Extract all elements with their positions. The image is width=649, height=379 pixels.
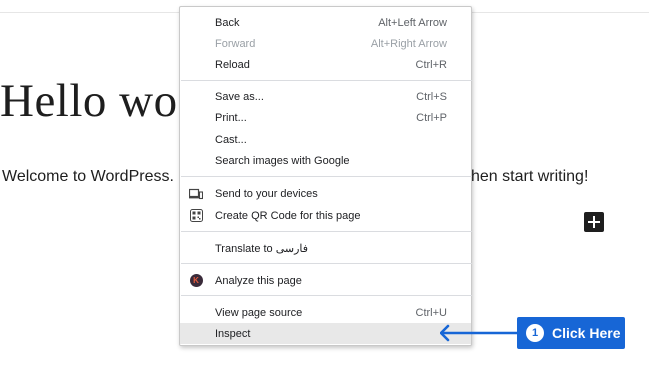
menu-item-send-to-devices[interactable]: Send to your devices: [180, 183, 471, 204]
menu-separator: [181, 263, 472, 264]
menu-item-shortcut: Ctrl+P: [416, 111, 447, 124]
menu-item-print[interactable]: Print... Ctrl+P: [180, 107, 471, 128]
menu-item-back[interactable]: Back Alt+Left Arrow: [180, 12, 471, 33]
menu-item-label: Cast...: [215, 133, 247, 146]
menu-item-shortcut: Alt+Right Arrow: [370, 37, 447, 50]
menu-item-label: Back: [215, 16, 240, 29]
menu-item-label: Send to your devices: [215, 187, 318, 200]
callout-label: Click Here: [552, 325, 621, 341]
menu-item-shortcut: Ctrl+S: [416, 90, 447, 103]
menu-item-shortcut: Ctrl+R: [415, 58, 447, 71]
menu-item-label: Print...: [215, 111, 247, 124]
menu-item-view-page-source[interactable]: View page source Ctrl+U: [180, 302, 471, 323]
menu-item-label: Create QR Code for this page: [215, 209, 361, 222]
menu-item-label: Translate to فارسی: [215, 243, 309, 255]
menu-item-cast[interactable]: Cast...: [180, 129, 471, 150]
block-inserter-button[interactable]: [584, 212, 604, 232]
menu-item-analyze-page[interactable]: K Analyze this page: [180, 270, 471, 291]
click-here-callout: 1 Click Here: [517, 317, 625, 349]
menu-separator: [181, 80, 472, 81]
menu-separator: [181, 295, 472, 296]
devices-icon: [189, 187, 203, 201]
post-title: Hello wo: [0, 75, 178, 127]
menu-item-create-qr-code[interactable]: Create QR Code for this page: [180, 205, 471, 226]
menu-item-label: Inspect: [215, 327, 251, 340]
menu-item-label: Analyze this page: [215, 274, 302, 287]
menu-item-shortcut: Ctrl+U: [415, 306, 447, 319]
menu-item-inspect[interactable]: Inspect: [180, 323, 471, 344]
extension-k-icon: K: [189, 274, 203, 288]
qr-code-icon: [189, 209, 203, 223]
menu-item-reload[interactable]: Reload Ctrl+R: [180, 54, 471, 75]
menu-item-label: Reload: [215, 58, 250, 71]
menu-item-shortcut: Alt+Left Arrow: [378, 16, 447, 29]
context-menu: Back Alt+Left Arrow Forward Alt+Right Ar…: [179, 6, 472, 346]
step-number-badge: 1: [526, 324, 544, 342]
menu-item-forward[interactable]: Forward Alt+Right Arrow: [180, 33, 471, 54]
menu-item-label: Save as...: [215, 90, 264, 103]
extension-icon-letter: K: [189, 274, 203, 287]
menu-item-label: Forward: [215, 37, 256, 50]
menu-item-search-images[interactable]: Search images with Google: [180, 150, 471, 171]
post-paragraph-end: hen start writing!: [471, 168, 589, 185]
menu-item-translate[interactable]: Translate to فارسی: [180, 238, 471, 259]
menu-separator: [181, 231, 472, 232]
menu-separator: [181, 176, 472, 177]
menu-item-save-as[interactable]: Save as... Ctrl+S: [180, 86, 471, 107]
plus-icon: [588, 216, 600, 228]
menu-item-label: Search images with Google: [215, 154, 350, 167]
menu-item-label: View page source: [215, 306, 303, 319]
arrow-icon: [440, 324, 518, 342]
post-paragraph-start: Welcome to WordPress.: [2, 168, 174, 185]
